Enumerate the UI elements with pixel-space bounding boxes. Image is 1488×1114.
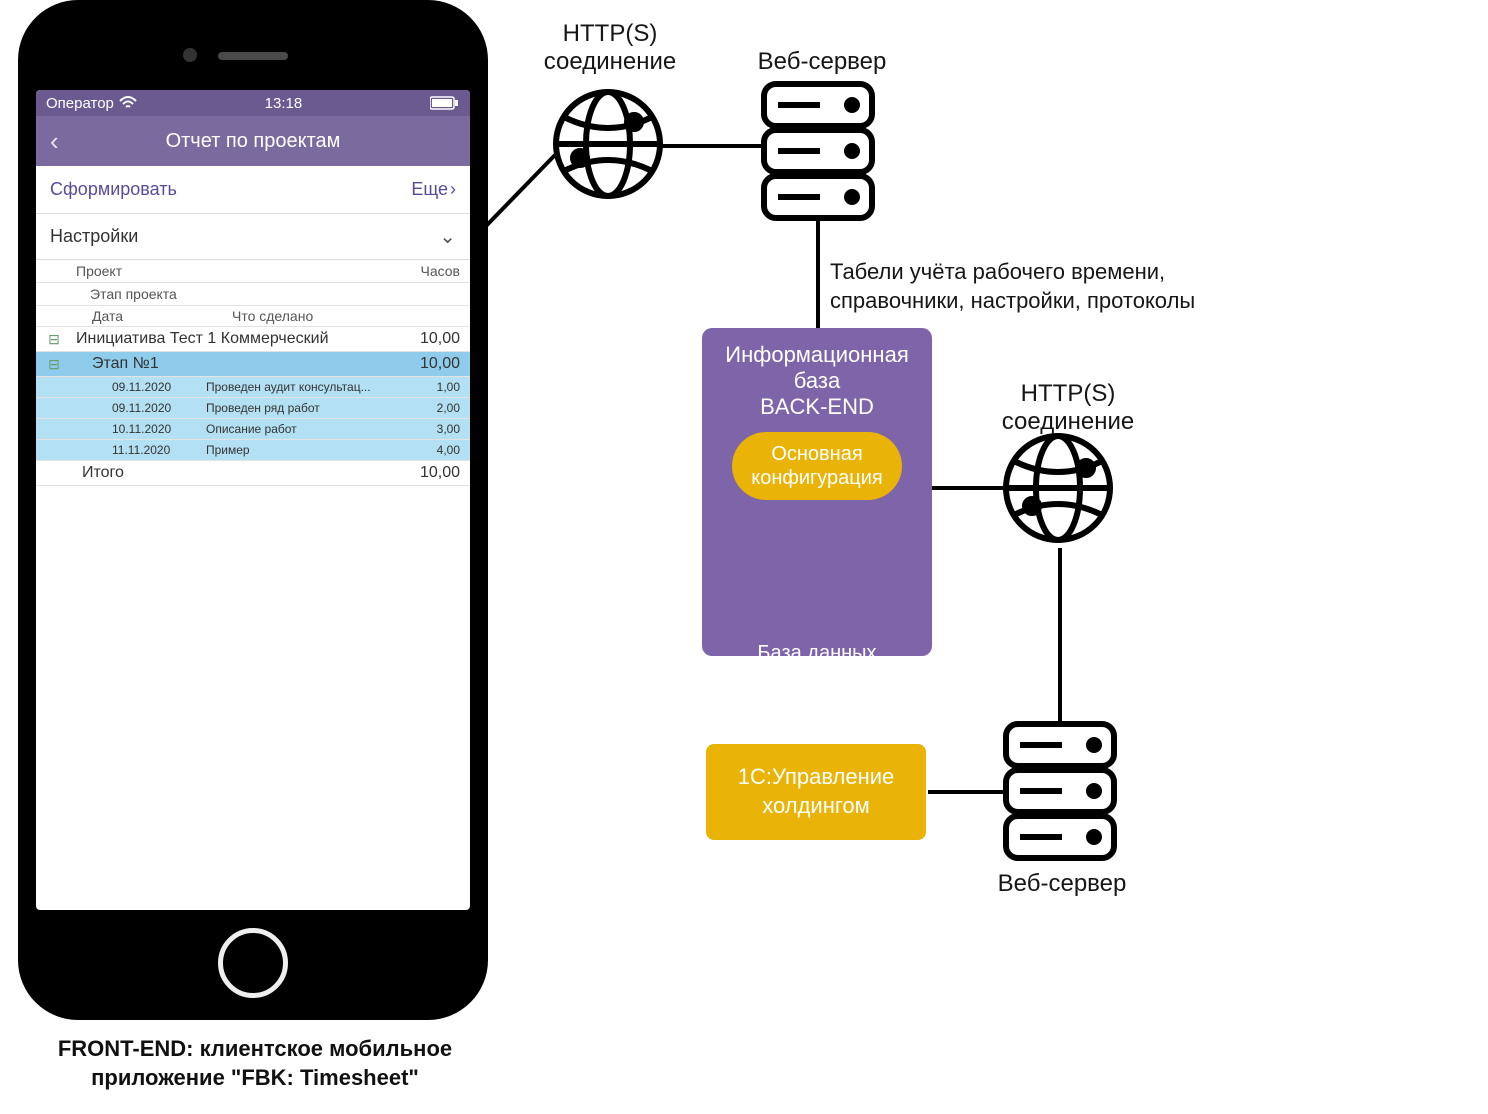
wifi-icon: [119, 96, 137, 110]
nav-header: ‹ Отчет по проектам: [36, 116, 470, 166]
table-row[interactable]: ⊟ Инициатива Тест 1 Коммерческий 10,00: [36, 327, 470, 352]
frontend-caption: FRONT-END: клиентское мобильное приложен…: [20, 1035, 490, 1092]
backend-box: Информационная база BACK-END Основная ко…: [702, 328, 932, 656]
table-row[interactable]: 09.11.2020Проведен ряд работ2,00: [36, 398, 470, 419]
webserver-label-bottom: Веб-сервер: [992, 870, 1132, 898]
phone-speaker: [218, 52, 288, 60]
database-label: База данных: [712, 642, 922, 665]
table-row[interactable]: ⊟ Этап №1 10,00: [36, 352, 470, 377]
globe-icon: [1006, 436, 1110, 540]
grid-header-3: Дата Что сделано: [36, 306, 470, 327]
table-row[interactable]: 11.11.2020Пример4,00: [36, 440, 470, 461]
phone-frame: Оператор 13:18 ‹ Отчет по проектам Сформ…: [18, 0, 488, 1020]
tree-collapse-icon[interactable]: ⊟: [36, 356, 72, 373]
table-row[interactable]: 09.11.2020Проведен аудит консультац...1,…: [36, 377, 470, 398]
chevron-right-icon: ›: [450, 179, 456, 200]
tree-collapse-icon[interactable]: ⊟: [36, 331, 72, 348]
server-icon: [1006, 724, 1114, 858]
toolbar: Сформировать Еще›: [36, 166, 470, 214]
settings-row[interactable]: Настройки ⌄: [36, 214, 470, 260]
http-label-top: HTTP(S) соединение: [530, 20, 690, 76]
phone-screen: Оператор 13:18 ‹ Отчет по проектам Сформ…: [36, 90, 470, 910]
phone-camera: [183, 48, 197, 62]
carrier-label: Оператор: [46, 95, 114, 112]
uh-box: 1С:Управление холдингом: [706, 744, 926, 840]
http-label-right: HTTP(S) соединение: [988, 380, 1148, 436]
status-bar: Оператор 13:18: [36, 90, 470, 116]
server-icon: [764, 84, 872, 218]
settings-label: Настройки: [50, 226, 138, 247]
webserver-label-top: Веб-сервер: [752, 48, 892, 76]
battery-icon: [430, 96, 460, 110]
generate-button[interactable]: Сформировать: [50, 179, 177, 200]
more-button[interactable]: Еще›: [411, 179, 456, 200]
table-row-total: Итого 10,00: [36, 461, 470, 486]
report-grid: Проект Часов Этап проекта Дата Что сдела…: [36, 260, 470, 486]
table-row[interactable]: 10.11.2020Описание работ3,00: [36, 419, 470, 440]
backend-title: Информационная база BACK-END: [712, 342, 922, 420]
flow-description: Табели учёта рабочего времени, справочни…: [830, 258, 1260, 315]
back-icon[interactable]: ‹: [50, 126, 59, 157]
phone-home-button[interactable]: [218, 928, 288, 998]
globe-icon: [556, 92, 660, 196]
backend-config-pill: Основная конфигурация: [732, 432, 902, 500]
clock-label: 13:18: [265, 95, 303, 112]
grid-header-2: Этап проекта: [36, 283, 470, 306]
screen-title: Отчет по проектам: [166, 130, 341, 153]
chevron-down-icon: ⌄: [439, 224, 456, 249]
grid-header-1: Проект Часов: [36, 260, 470, 283]
